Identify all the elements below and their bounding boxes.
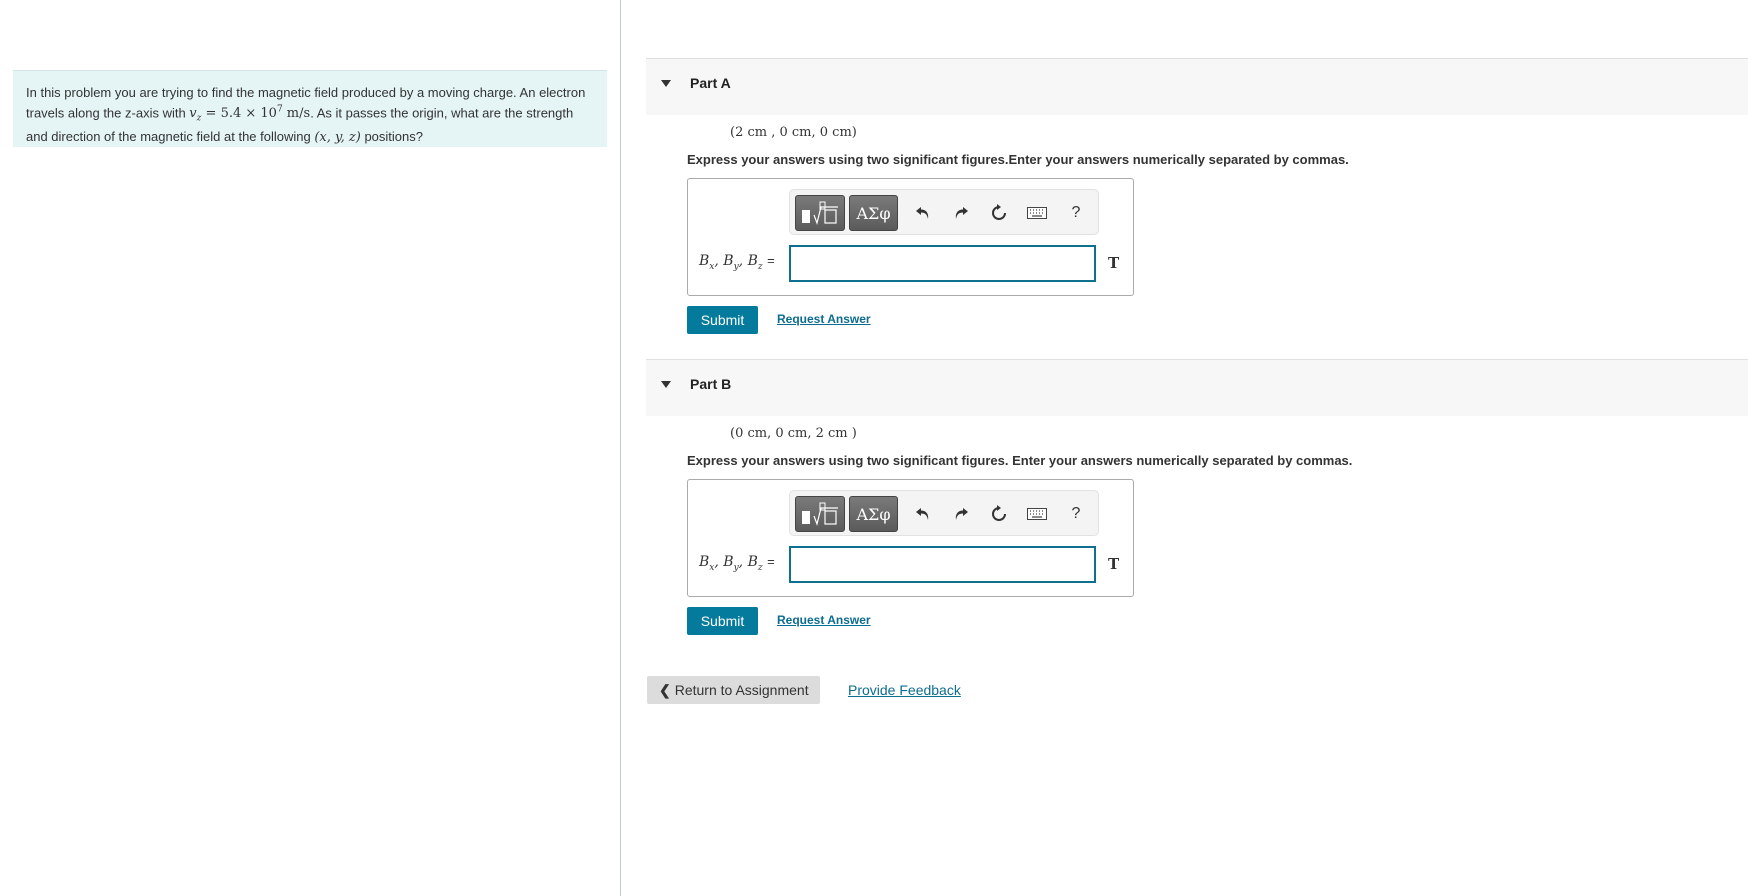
part-b-header[interactable]: Part B [646, 359, 1748, 416]
keyboard-icon[interactable] [1026, 202, 1048, 224]
part-b-coords: (0 cm, 0 cm, 2 cm ) [730, 426, 857, 441]
undo-icon[interactable] [912, 503, 934, 525]
provide-feedback-link[interactable]: Provide Feedback [848, 682, 961, 698]
part-a-request-answer-link[interactable]: Request Answer [777, 312, 871, 326]
template-button[interactable] [795, 195, 845, 231]
math-toolbar: ΑΣφ ? [789, 490, 1099, 536]
greek-symbols-button[interactable]: ΑΣφ [849, 195, 898, 231]
answer-label: Bx, By, Bz = [699, 554, 775, 573]
reset-icon[interactable] [988, 202, 1010, 224]
problem-statement: In this problem you are trying to find t… [13, 70, 607, 147]
part-a-title: Part A [690, 75, 731, 91]
redo-icon[interactable] [950, 503, 972, 525]
part-a-submit-button[interactable]: Submit [687, 306, 758, 334]
part-b-answer-input[interactable] [789, 546, 1096, 583]
collapse-caret-icon[interactable] [661, 381, 671, 388]
unit-label: T [1108, 254, 1120, 272]
panel-divider [620, 0, 621, 896]
part-a-instructions: Express your answers using two significa… [687, 152, 1349, 167]
redo-icon[interactable] [950, 202, 972, 224]
chevron-left-icon: ❮ [659, 681, 671, 698]
keyboard-icon[interactable] [1026, 503, 1048, 525]
part-a-coords: (2 cm , 0 cm, 0 cm) [730, 125, 857, 140]
part-b-request-answer-link[interactable]: Request Answer [777, 613, 871, 627]
part-a-answer-input[interactable] [789, 245, 1096, 282]
part-b-instructions: Express your answers using two significa… [687, 453, 1353, 468]
return-label: Return to Assignment [674, 682, 809, 698]
velocity-value: = 5.4 × 107 m/s [201, 104, 311, 121]
part-b-answer-box: ΑΣφ ? Bx, By, Bz = T [687, 479, 1134, 597]
help-icon[interactable]: ? [1065, 202, 1087, 224]
coords-symbol: (x, y, z) [314, 129, 361, 145]
template-button[interactable] [795, 496, 845, 532]
part-a-header[interactable]: Part A [646, 58, 1748, 115]
reset-icon[interactable] [988, 503, 1010, 525]
part-a-answer-box: ΑΣφ ? Bx, By, Bz = T [687, 178, 1134, 296]
fraction-root-template-icon [802, 502, 838, 527]
parts-panel: Part A (2 cm , 0 cm, 0 cm) Express your … [646, 0, 1748, 896]
problem-text-3: positions? [360, 128, 423, 144]
part-b-submit-button[interactable]: Submit [687, 607, 758, 635]
answer-label: Bx, By, Bz = [699, 253, 775, 272]
return-to-assignment-button[interactable]: ❮ Return to Assignment [647, 676, 820, 704]
problem-panel: In this problem you are trying to find t… [0, 0, 620, 896]
part-b-title: Part B [690, 376, 732, 392]
velocity-symbol: vz [189, 105, 202, 124]
collapse-caret-icon[interactable] [661, 80, 671, 87]
unit-label: T [1108, 555, 1120, 573]
help-icon[interactable]: ? [1065, 503, 1087, 525]
fraction-root-template-icon [802, 201, 838, 226]
greek-symbols-button[interactable]: ΑΣφ [849, 496, 898, 532]
math-toolbar: ΑΣφ ? [789, 189, 1099, 235]
undo-icon[interactable] [912, 202, 934, 224]
